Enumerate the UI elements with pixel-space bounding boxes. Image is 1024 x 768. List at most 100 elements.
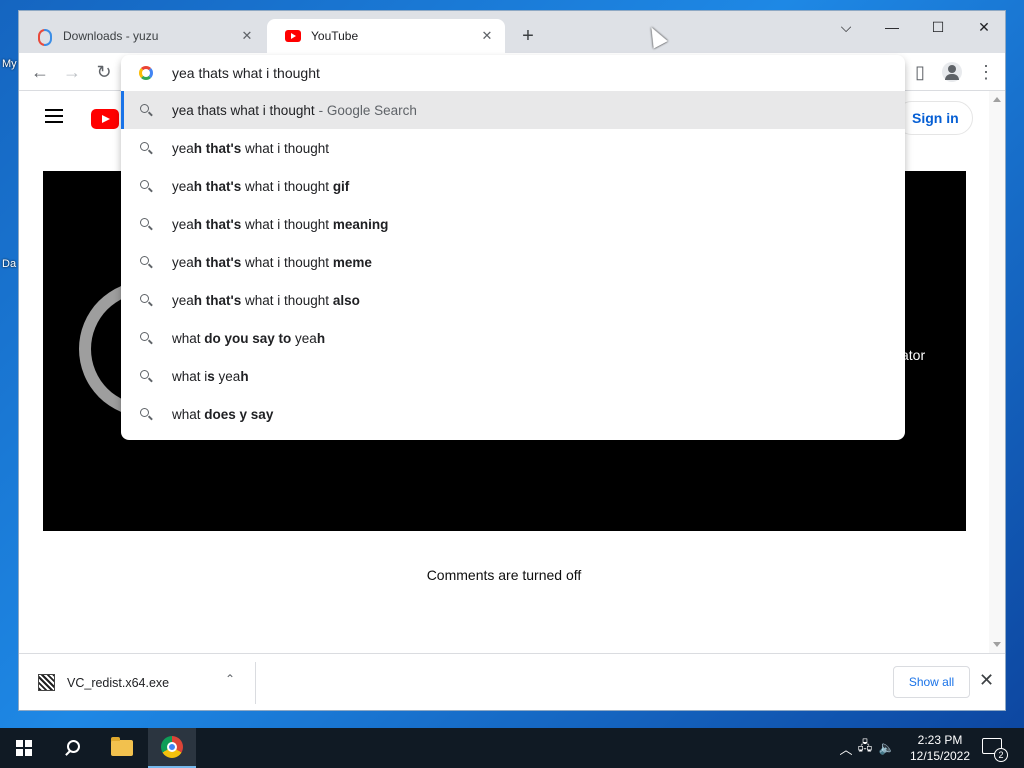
clock-date: 12/15/2022: [909, 749, 971, 763]
chrome-icon: [161, 736, 183, 758]
omnibox-suggestion[interactable]: yeah that's what i thought also: [121, 281, 905, 319]
scroll-down-icon[interactable]: [993, 642, 1001, 647]
suggestion-text-part: what i thought: [241, 254, 333, 270]
suggestion-text-part: what i thought: [241, 140, 330, 156]
menu-button[interactable]: ⋮: [975, 61, 997, 83]
search-icon: [139, 369, 153, 383]
suggestion-text-part: h that's: [193, 178, 242, 194]
tab-downloads-yuzu[interactable]: Downloads - yuzu ✕: [19, 19, 265, 53]
file-explorer-button[interactable]: [98, 728, 146, 768]
suggestion-text-part: do you say to: [204, 330, 292, 346]
chevron-up-icon[interactable]: ︿: [838, 739, 854, 758]
divider: [255, 662, 256, 704]
reload-button[interactable]: ↻: [93, 61, 115, 83]
scroll-up-icon[interactable]: [993, 97, 1001, 102]
suggestion-text-part: yea: [172, 292, 194, 308]
installer-file-icon: [38, 674, 55, 691]
desktop-icon-label[interactable]: My: [2, 58, 17, 70]
suggestion-text-part: gif: [332, 178, 350, 194]
google-icon: [139, 66, 153, 80]
close-window-button[interactable]: ✕: [969, 16, 999, 38]
sign-in-button[interactable]: Sign in: [895, 101, 973, 135]
suggestion-text-part: what i thought: [241, 292, 333, 308]
download-bar: VC_redist.x64.exe ⌃ Show all ✕: [19, 653, 1005, 710]
taskbar-search-button[interactable]: [48, 728, 96, 768]
tab-title: YouTube: [311, 29, 359, 43]
omnibox-suggestion[interactable]: what is yeah: [121, 357, 905, 395]
omnibox-suggestion[interactable]: yeah that's what i thought meme: [121, 243, 905, 281]
suggestion-text-part: yea: [291, 330, 317, 346]
minimize-button[interactable]: —: [877, 16, 907, 38]
omnibox-dropdown: yea thats what i thought yea thats what …: [121, 55, 905, 440]
omnibox-suggestion[interactable]: yea thats what i thought - Google Search: [121, 91, 905, 129]
folder-icon: [111, 737, 133, 756]
youtube-icon: [285, 30, 301, 42]
suggestion-text: yeah that's what i thought meme: [172, 255, 372, 270]
chrome-taskbar-button[interactable]: [148, 728, 196, 768]
desktop-icon-label[interactable]: Da: [2, 258, 16, 270]
suggestion-text-part: what i thought: [241, 216, 333, 232]
suggestion-text: what is yeah: [172, 369, 249, 384]
new-tab-button[interactable]: +: [517, 25, 539, 47]
omnibox-suggestion[interactable]: yeah that's what i thought gif: [121, 167, 905, 205]
search-icon: [139, 103, 153, 117]
start-button[interactable]: [0, 728, 48, 768]
browser-window: Downloads - yuzu ✕ YouTube ✕ + ⌵ — ☐ ✕ ←…: [18, 10, 1006, 711]
suggestion-text-part: s: [207, 368, 215, 384]
profile-avatar-icon[interactable]: [941, 61, 963, 83]
youtube-logo-icon[interactable]: [91, 109, 119, 129]
omnibox-suggestion[interactable]: yeah that's what i thought meaning: [121, 205, 905, 243]
tab-search-icon[interactable]: ⌵: [831, 16, 861, 38]
suggestion-text-part: yea: [172, 216, 194, 232]
close-tab-icon[interactable]: ✕: [239, 28, 255, 44]
back-button[interactable]: ←: [29, 61, 51, 83]
address-bar[interactable]: yea thats what i thought: [121, 55, 905, 91]
suggestion-text-part: h that's: [193, 140, 242, 156]
search-icon: [64, 740, 80, 756]
suggestion-text: yeah that's what i thought gif: [172, 179, 349, 194]
clock-time: 2:23 PM: [917, 733, 963, 747]
suggestion-text-part: h that's: [193, 254, 242, 270]
suggestion-text-part: yea thats what i thought: [172, 102, 315, 118]
volume-icon[interactable]: 🔈: [876, 740, 898, 756]
taskbar: ︿ 🖧 🔈 2:23 PM 12/15/2022 2: [0, 728, 1024, 768]
suggestion-suffix: - Google Search: [318, 102, 417, 118]
suggestion-text: yeah that's what i thought also: [172, 293, 360, 308]
menu-icon[interactable]: [45, 109, 63, 123]
chevron-up-icon[interactable]: ⌃: [225, 672, 235, 686]
tab-youtube[interactable]: YouTube ✕: [267, 19, 505, 53]
notification-count-badge: 2: [994, 748, 1008, 762]
side-panel-icon[interactable]: ▯: [909, 61, 931, 83]
suggestion-text: yeah that's what i thought: [172, 141, 329, 156]
suggestion-text-part: meme: [332, 254, 372, 270]
windows-logo-icon: [16, 740, 32, 756]
suggestion-text: yea thats what i thought: [172, 103, 315, 118]
suggestion-text-part: meaning: [332, 216, 389, 232]
close-tab-icon[interactable]: ✕: [479, 28, 495, 44]
omnibox-suggestion[interactable]: what does y say: [121, 395, 905, 433]
suggestion-text-part: what: [172, 406, 205, 422]
omnibox-suggestion[interactable]: yeah that's what i thought: [121, 129, 905, 167]
suggestion-text-part: h: [316, 330, 326, 346]
search-icon: [139, 331, 153, 345]
suggestion-text: what does y say: [172, 407, 273, 422]
search-icon: [139, 217, 153, 231]
network-icon[interactable]: 🖧: [854, 737, 876, 759]
close-download-bar-icon[interactable]: ✕: [979, 670, 994, 691]
tab-title: Downloads - yuzu: [63, 29, 159, 43]
forward-button[interactable]: →: [61, 61, 83, 83]
maximize-button[interactable]: ☐: [923, 16, 953, 38]
search-icon: [139, 141, 153, 155]
suggestion-text-part: also: [332, 292, 360, 308]
address-input[interactable]: yea thats what i thought: [172, 65, 320, 81]
page-scrollbar[interactable]: [989, 91, 1005, 653]
download-file-name[interactable]: VC_redist.x64.exe: [67, 676, 169, 690]
suggestion-text: yeah that's what i thought meaning: [172, 217, 388, 232]
show-all-button[interactable]: Show all: [893, 666, 970, 698]
omnibox-suggestion[interactable]: what do you say to yeah: [121, 319, 905, 357]
clock[interactable]: 2:23 PM 12/15/2022: [906, 732, 974, 764]
suggestion-text-part: does y say: [204, 406, 274, 422]
suggestion-text: what do you say to yeah: [172, 331, 325, 346]
suggestion-text-part: h that's: [193, 292, 242, 308]
system-tray: ︿ 🖧 🔈: [838, 728, 898, 768]
